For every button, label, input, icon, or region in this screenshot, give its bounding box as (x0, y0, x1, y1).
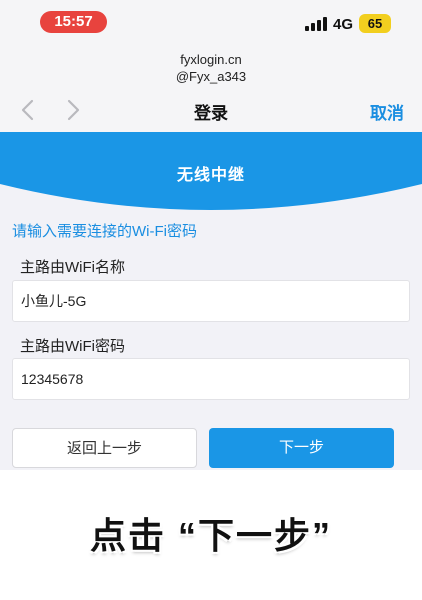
signal-icon (305, 17, 327, 31)
nav-bar: 登录 取消 (0, 88, 422, 132)
ssid-input[interactable]: 小鱼儿-5G (12, 280, 410, 322)
caption-area: 点击 “下一步” (0, 470, 422, 600)
header-banner: 无线中继 (0, 132, 422, 212)
watermark: @Fyx_a343 (175, 69, 247, 84)
url-text: fyxlogin.cn (180, 52, 242, 67)
url-bar[interactable]: fyxlogin.cn @Fyx_a343 (0, 46, 422, 88)
screen: 15:57 4G 65 fyxlogin.cn @Fyx_a343 登录 取消 … (0, 0, 422, 600)
page-title: 登录 (194, 104, 228, 123)
battery-icon: 65 (359, 14, 391, 33)
back-button[interactable]: 返回上一步 (12, 428, 197, 468)
next-button[interactable]: 下一步 (209, 428, 394, 468)
caption-text: 点击 “下一步” (89, 515, 332, 556)
ssid-label: 主路由WiFi名称 (20, 259, 125, 276)
password-input[interactable]: 12345678 (12, 358, 410, 400)
status-bar: 15:57 4G 65 (0, 0, 422, 46)
status-time: 15:57 (40, 11, 107, 33)
cancel-button[interactable]: 取消 (370, 99, 404, 124)
form-prompt: 请输入需要连接的Wi-Fi密码 (12, 223, 197, 240)
header-title: 无线中继 (176, 167, 245, 184)
password-label: 主路由WiFi密码 (20, 338, 125, 355)
network-type: 4G (333, 16, 354, 33)
